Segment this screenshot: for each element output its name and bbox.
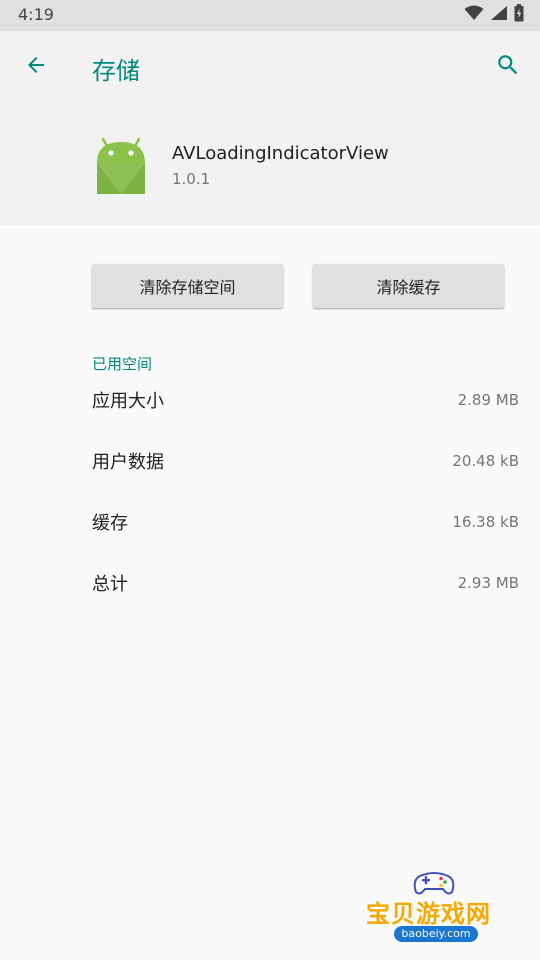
battery-icon <box>514 4 524 26</box>
app-header: AVLoadingIndicatorView 1.0.1 <box>0 103 540 225</box>
row-value: 2.93 MB <box>457 574 519 592</box>
storage-row-total: 总计 2.93 MB <box>0 564 540 604</box>
search-button[interactable] <box>490 47 526 87</box>
status-time: 4:19 <box>18 5 54 24</box>
status-icons <box>464 4 524 26</box>
watermark-title: 宝贝游戏网 <box>366 900 491 928</box>
app-version: 1.0.1 <box>172 170 211 188</box>
signal-icon <box>490 5 508 25</box>
watermark-logo: 宝贝游戏网 baobeiy.com <box>360 868 510 956</box>
page-title: 存储 <box>92 57 140 85</box>
arrow-back-icon <box>24 53 48 81</box>
wifi-icon <box>464 5 484 25</box>
clear-storage-button[interactable]: 清除存储空间 <box>92 264 283 308</box>
status-bar: 4:19 <box>0 0 540 31</box>
row-value: 2.89 MB <box>457 391 519 409</box>
watermark-url: baobeiy.com <box>394 926 478 942</box>
storage-row-user-data: 用户数据 20.48 kB <box>0 442 540 482</box>
android-icon <box>93 136 149 194</box>
back-button[interactable] <box>18 47 54 87</box>
row-label: 用户数据 <box>92 452 164 473</box>
app-bar: 存储 <box>0 31 540 103</box>
row-label: 总计 <box>92 574 128 595</box>
app-name: AVLoadingIndicatorView <box>172 143 389 164</box>
row-value: 16.38 kB <box>452 513 519 531</box>
search-icon <box>495 52 521 82</box>
storage-row-cache: 缓存 16.38 kB <box>0 503 540 543</box>
row-label: 缓存 <box>92 513 128 534</box>
clear-cache-button[interactable]: 清除缓存 <box>313 264 504 308</box>
row-label: 应用大小 <box>92 391 164 412</box>
row-value: 20.48 kB <box>452 452 519 470</box>
section-header-used-space: 已用空间 <box>92 355 153 373</box>
storage-row-app-size: 应用大小 2.89 MB <box>0 381 540 421</box>
